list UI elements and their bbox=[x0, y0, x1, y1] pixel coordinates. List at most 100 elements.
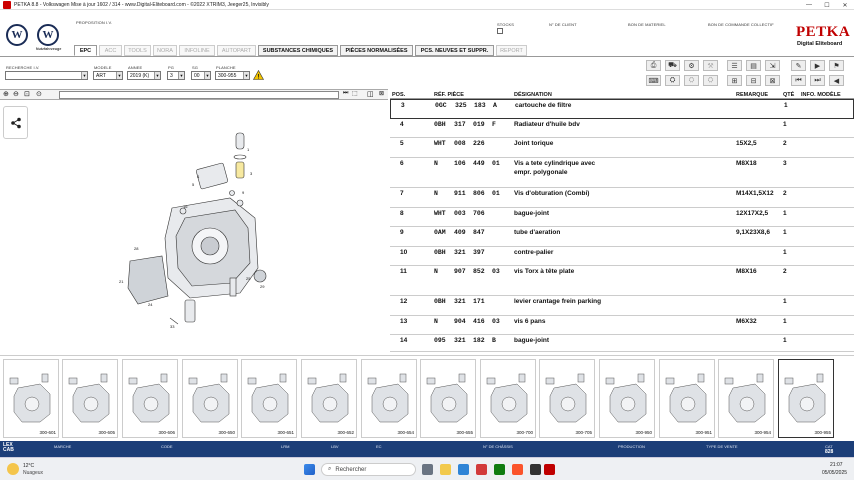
scroll-end-icon[interactable]: ⏭ bbox=[343, 90, 348, 97]
print-icon[interactable]: ⎙ bbox=[646, 60, 661, 71]
last-page-icon[interactable]: ⏭ bbox=[810, 75, 825, 86]
table-row[interactable]: 14 095 321 182 Bbague-joint 1 bbox=[390, 335, 854, 352]
planche-thumbnail[interactable]: 300-601 bbox=[3, 359, 59, 438]
planche-thumbnail[interactable]: 300-955 bbox=[778, 359, 834, 438]
table-row[interactable]: 3 0GC 325 183 Acartouche de filtre 1 bbox=[390, 99, 854, 119]
expand-icon[interactable]: ⬚ bbox=[352, 90, 358, 97]
planche-thumbnail[interactable]: 300-700 bbox=[480, 359, 536, 438]
split-view-icon[interactable]: ◫ bbox=[367, 90, 374, 98]
brave-browser-icon[interactable] bbox=[512, 464, 523, 475]
planche-thumbnail[interactable]: 300-705 bbox=[539, 359, 595, 438]
app-icon-1[interactable] bbox=[476, 464, 487, 475]
tools-icon[interactable]: ⚒ bbox=[703, 60, 718, 71]
table-row[interactable]: 12 0BH 321 171 levier crantage frein parking… bbox=[390, 296, 854, 316]
table-row[interactable]: 4 0BH 317 019 F Radiateur d'huile bdv 1 bbox=[390, 119, 854, 138]
tab-pcs-neuves[interactable]: PCS. NEUVES ET SUPPR. bbox=[415, 45, 494, 56]
planche-select[interactable]: 300-955 ▼ bbox=[215, 71, 250, 80]
motor-icon[interactable]: ⛭ bbox=[684, 75, 699, 86]
first-page-icon[interactable]: ⏮ bbox=[791, 75, 806, 86]
parts-list-icon[interactable]: ▤ bbox=[746, 60, 761, 71]
svg-text:33: 33 bbox=[170, 324, 175, 329]
thumbnail-diagram bbox=[367, 373, 409, 423]
planche-thumbnail[interactable]: 300-652 bbox=[301, 359, 357, 438]
task-view-icon[interactable] bbox=[422, 464, 433, 475]
planche-thumbnail[interactable]: 300-954 bbox=[718, 359, 774, 438]
exploded-parts-diagram[interactable]: 134 5 16 9 28 29 33 25 21 24 bbox=[110, 128, 280, 333]
stocks-checkbox[interactable] bbox=[497, 28, 503, 34]
cell-remarque: M6X32 bbox=[736, 318, 757, 325]
zoom-reset-icon[interactable]: ⊙ bbox=[36, 90, 42, 98]
car-search-icon[interactable]: ⚙ bbox=[684, 60, 699, 71]
petka-taskbar-icon[interactable] bbox=[544, 464, 555, 475]
zoom-fit-icon[interactable]: ⊡ bbox=[24, 90, 30, 98]
share-icon bbox=[10, 117, 21, 128]
image-search-input[interactable] bbox=[59, 91, 339, 99]
gearbox-icon[interactable]: ⛭ bbox=[703, 75, 718, 86]
taskbar-search[interactable]: ⌕ Rechercher bbox=[321, 463, 416, 476]
next-icon[interactable]: ▶ bbox=[810, 60, 825, 71]
tab-tools[interactable]: TOOLS bbox=[124, 45, 151, 56]
table-row[interactable]: 13 N 904 416 03 vis 6 pans M6X32 1 bbox=[390, 316, 854, 335]
car-icon[interactable]: ⛟ bbox=[665, 60, 680, 71]
close-view-icon[interactable]: ⊠ bbox=[379, 90, 384, 97]
windows-start-icon[interactable] bbox=[304, 464, 315, 475]
chevron-down-icon: ▼ bbox=[243, 72, 249, 79]
scan-icon[interactable]: ⛭ bbox=[665, 75, 680, 86]
zoom-in-icon[interactable]: ⊕ bbox=[3, 90, 9, 98]
tab-infoline[interactable]: INFOLINE bbox=[179, 45, 215, 56]
tab-nora[interactable]: NORA bbox=[153, 45, 177, 56]
share-button[interactable] bbox=[3, 106, 28, 139]
thumbnail-label: 300-955 bbox=[814, 430, 831, 435]
export-icon[interactable]: ⇲ bbox=[765, 60, 780, 71]
xbox-icon[interactable] bbox=[494, 464, 505, 475]
table-row[interactable]: 7 N 911 806 01 Vis d'obturation (Combi) M14X1,… bbox=[390, 188, 854, 208]
minimize-button[interactable]: — bbox=[800, 0, 818, 10]
planche-thumbnail[interactable]: 300-950 bbox=[599, 359, 655, 438]
tab-epc[interactable]: EPC bbox=[74, 45, 97, 56]
file-explorer-icon[interactable] bbox=[440, 464, 451, 475]
planche-thumbnail[interactable]: 300-650 bbox=[182, 359, 238, 438]
weather-icon[interactable] bbox=[7, 463, 19, 475]
maximize-button[interactable]: ☐ bbox=[818, 0, 836, 10]
annee-select[interactable]: 2019 (K) ▼ bbox=[127, 71, 161, 80]
list-icon[interactable]: ☰ bbox=[727, 60, 742, 71]
table-row[interactable]: 5 WHT 008 226 Joint torique 15X2,5 2 bbox=[390, 138, 854, 158]
planche-thumbnail[interactable]: 300-606 bbox=[122, 359, 178, 438]
thumbnail-label: 300-601 bbox=[39, 430, 56, 435]
terminal-icon[interactable] bbox=[530, 464, 541, 475]
status-bar: LEX CAB MARCHE CODE LRM LBV EC N° DE CHÂS… bbox=[0, 441, 854, 457]
tab-autopart[interactable]: AUTOPART bbox=[217, 45, 256, 56]
warning-icon[interactable]: ! bbox=[252, 69, 265, 82]
cart-add-icon[interactable]: ⊞ bbox=[727, 75, 742, 86]
sg-select[interactable]: 00 ▼ bbox=[191, 71, 211, 80]
tags-icon[interactable]: ⚑ bbox=[829, 60, 844, 71]
table-row[interactable]: 9 0AM 409 847 tube d'aeration 9,1X23X8,6 1 bbox=[390, 227, 854, 247]
pg-select[interactable]: 3 ▼ bbox=[167, 71, 185, 80]
keyboard-icon[interactable]: ⌨ bbox=[646, 75, 661, 86]
cart-icon[interactable]: ⊟ bbox=[746, 75, 761, 86]
tab-substances-chimiques[interactable]: SUBSTANCES CHIMIQUES bbox=[258, 45, 338, 56]
table-row[interactable]: 6 N 106 449 01 Vis a tete cylindrique avec M8X… bbox=[390, 158, 854, 188]
table-row[interactable]: 8 WHT 003 706 bague-joint 12X17X2,5 1 bbox=[390, 208, 854, 227]
thumbnail-label: 300-651 bbox=[277, 430, 294, 435]
planche-thumbnail[interactable]: 300-651 bbox=[241, 359, 297, 438]
planche-thumbnail[interactable]: 300-655 bbox=[420, 359, 476, 438]
modele-select[interactable]: ART ▼ bbox=[93, 71, 123, 80]
table-row[interactable]: 10 0BH 321 397 contre-palier 1 bbox=[390, 247, 854, 266]
cell-ref-part-2: 106 bbox=[454, 160, 466, 167]
tab-pieces-normalisees[interactable]: PIÈCES NORMALISÉES bbox=[340, 45, 413, 56]
planche-thumbnail[interactable]: 300-951 bbox=[659, 359, 715, 438]
planche-thumbnail[interactable]: 300-654 bbox=[361, 359, 417, 438]
store-icon[interactable] bbox=[458, 464, 469, 475]
tab-acc[interactable]: ACC bbox=[99, 45, 122, 56]
zoom-out-icon[interactable]: ⊖ bbox=[13, 90, 19, 98]
table-row[interactable]: 11 N 907 852 03 vis Torx à tête plate M8X16 2 bbox=[390, 266, 854, 296]
planche-thumbnail[interactable]: 300-605 bbox=[62, 359, 118, 438]
tab-report[interactable]: REPORT bbox=[496, 45, 527, 56]
recherche-label: RECHERCHE I.V. bbox=[6, 65, 40, 70]
recherche-select[interactable]: ▼ bbox=[5, 71, 88, 80]
pin-icon[interactable]: ✎ bbox=[791, 60, 806, 71]
previous-icon[interactable]: ◀ bbox=[829, 75, 844, 86]
close-button[interactable]: ✕ bbox=[836, 0, 854, 10]
basket-icon[interactable]: ⊠ bbox=[765, 75, 780, 86]
